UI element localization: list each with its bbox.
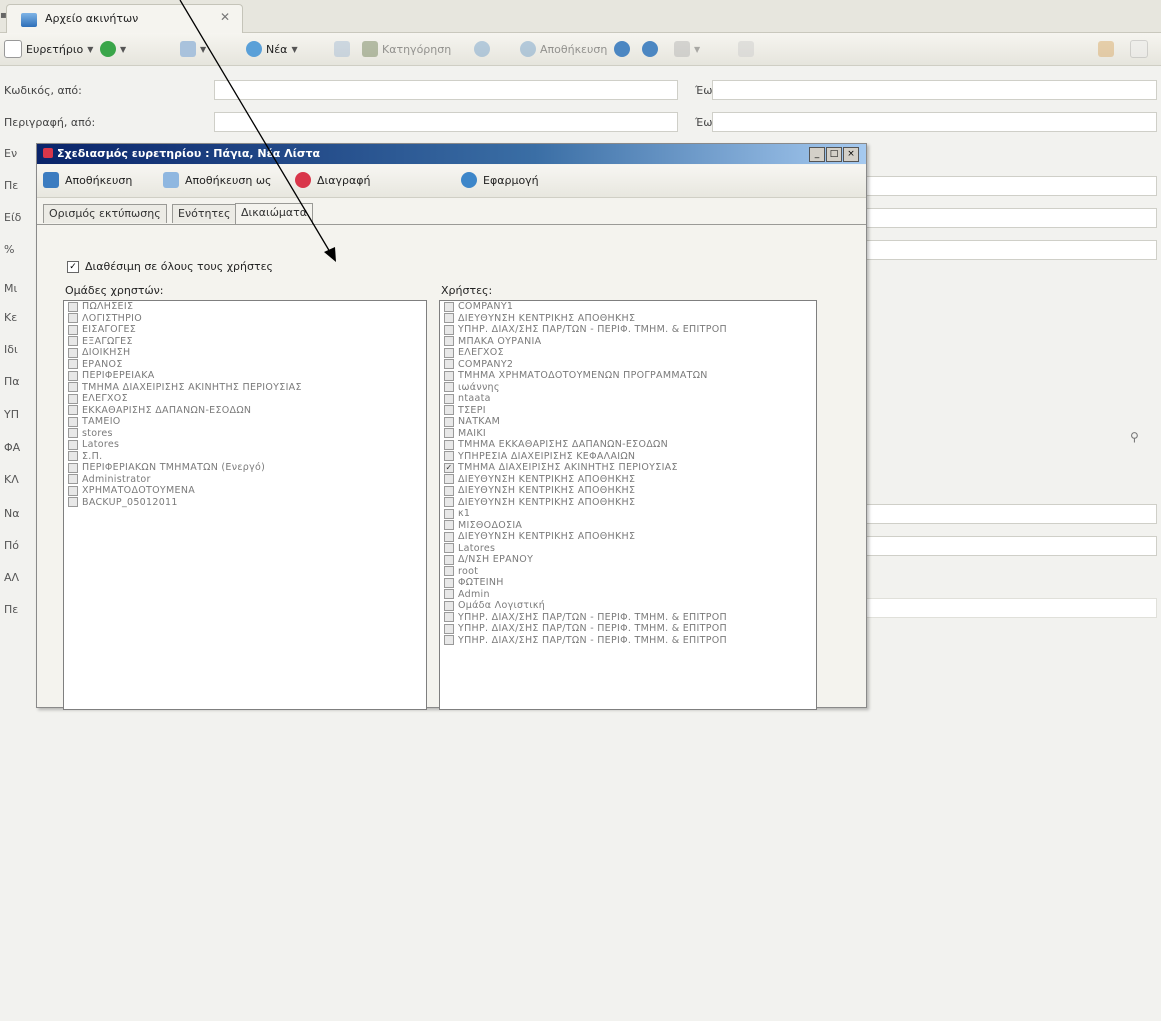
annotation-arrow [179, 0, 336, 262]
